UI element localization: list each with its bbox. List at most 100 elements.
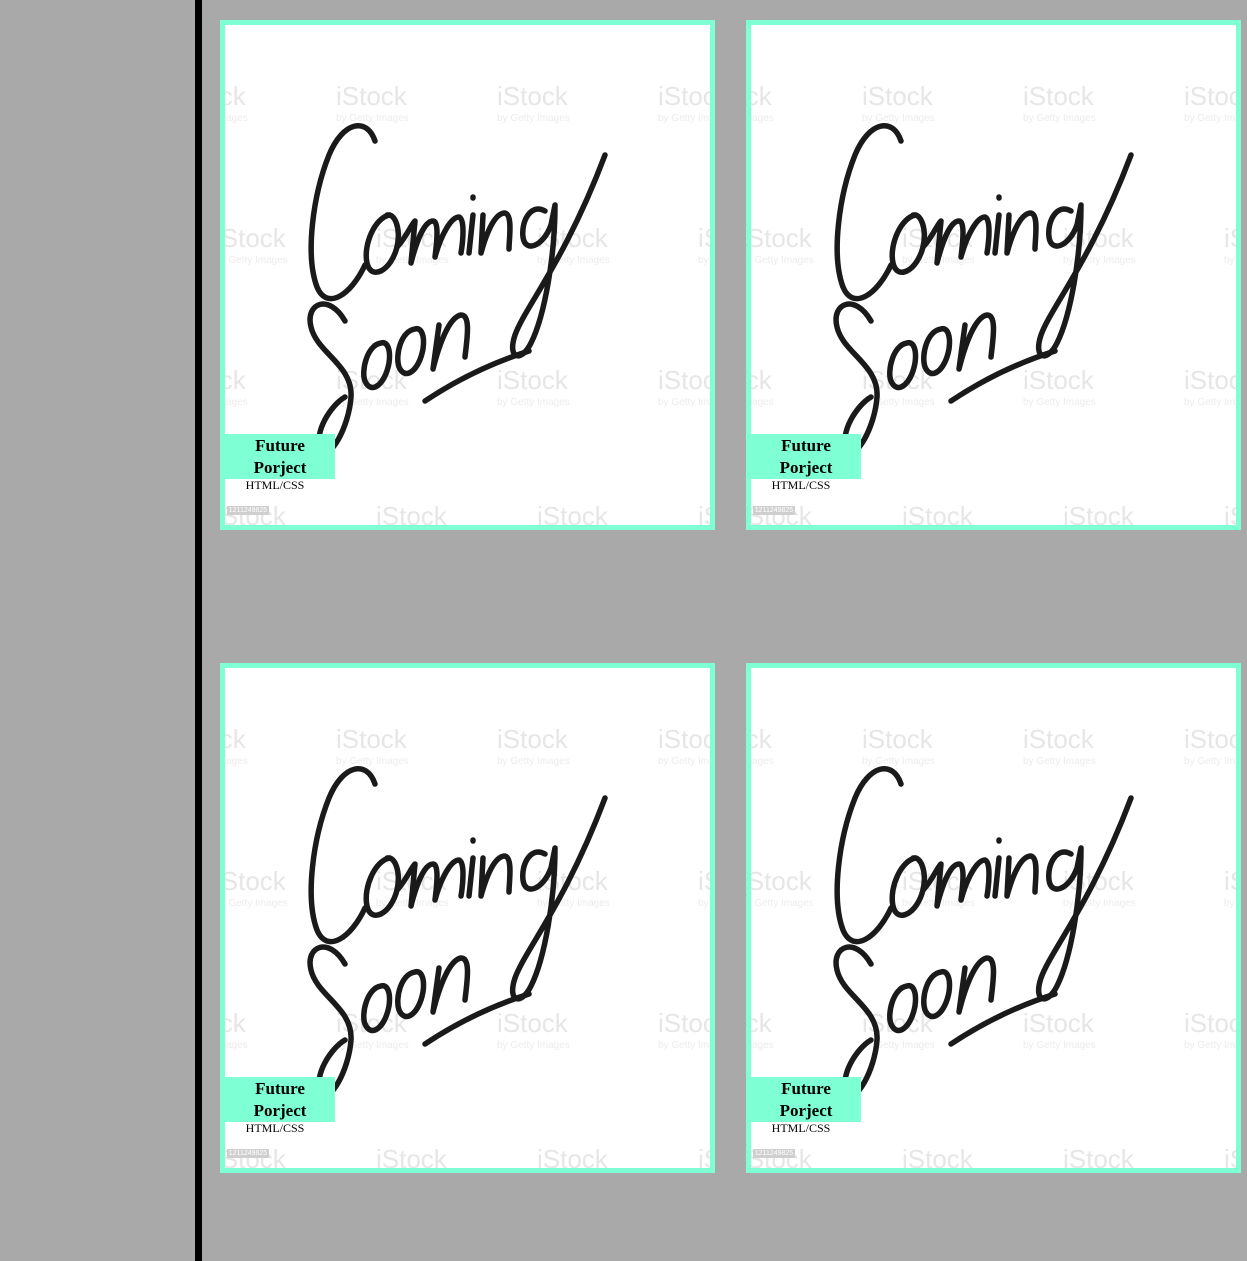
project-title: Future Porject — [779, 436, 833, 477]
watermark-text: iStock — [751, 365, 773, 395]
project-subtitle: HTML/CSS — [771, 1121, 831, 1135]
project-title-box: Future Porject — [225, 1077, 335, 1122]
watermark-subtext: by Getty Images — [1184, 397, 1236, 408]
watermark-subtext: by Getty Images — [225, 113, 248, 124]
watermark-text: iStock — [698, 223, 710, 253]
watermark-text: iStock — [376, 1144, 448, 1168]
watermark-text: iStock — [1224, 1144, 1236, 1168]
watermark-text: iStock — [658, 1008, 710, 1038]
watermark-subtext: by Getty Images — [1023, 756, 1096, 767]
project-title-box: Future Porject — [751, 1077, 861, 1122]
project-subtitle: HTML/CSS — [245, 478, 305, 492]
watermark-text: iStock — [225, 223, 287, 253]
project-card[interactable]: iStock by Getty Images iStock by Getty Imag… — [746, 20, 1241, 530]
watermark-text: iStock — [698, 1144, 710, 1168]
watermark-text: iStock — [1224, 866, 1236, 896]
watermark-text: iStock — [1224, 223, 1236, 253]
left-panel — [0, 0, 195, 1261]
stock-id: 1211249825 — [753, 1149, 795, 1158]
watermark-subtext: by Getty Images — [862, 113, 935, 124]
watermark-text: iStock — [537, 1144, 609, 1168]
project-title-box: Future Porject — [751, 434, 861, 479]
watermark-subtext: by Getty Images — [225, 255, 288, 266]
stock-id: 1211249825 — [227, 506, 269, 515]
watermark-subtext: by Getty Images — [1224, 255, 1236, 266]
watermark-subtext: by Getty Images — [751, 1040, 774, 1051]
watermark-subtext: by Getty Images — [698, 898, 710, 909]
watermark-text: iStock — [336, 81, 408, 111]
watermark-subtext: by Getty Images — [698, 255, 710, 266]
watermark-text: iStock — [1023, 1008, 1095, 1038]
watermark-subtext: by Getty Images — [537, 255, 610, 266]
page: iStock by Getty Images iStock by Getty Imag… — [0, 0, 1247, 1261]
watermark-subtext: by Getty Images — [497, 113, 570, 124]
project-card[interactable]: iStock by Getty Images iStock by Getty Imag… — [746, 663, 1241, 1173]
watermark-text: iStock — [537, 501, 609, 525]
watermark-subtext: by Getty Images — [336, 113, 409, 124]
watermark-subtext: by Getty Images — [1063, 255, 1136, 266]
watermark-text: iStock — [658, 81, 710, 111]
watermark-subtext: by Getty Images — [225, 397, 248, 408]
watermark-text: iStock — [862, 724, 934, 754]
watermark-text: iStock — [751, 223, 813, 253]
project-title-box: Future Porject — [225, 434, 335, 479]
watermark-subtext: by Getty Images — [336, 756, 409, 767]
watermark-text: iStock — [751, 866, 813, 896]
watermark-subtext: by Getty Images — [862, 756, 935, 767]
watermark-subtext: by Getty Images — [497, 1040, 570, 1051]
watermark-text: iStock — [1184, 1008, 1236, 1038]
watermark-subtext: by Getty Images — [1023, 113, 1096, 124]
watermark-subtext: by Getty Images — [658, 756, 710, 767]
watermark-text: iStock — [225, 866, 287, 896]
watermark-text: iStock — [751, 81, 773, 111]
watermark-subtext: by Getty Images — [225, 898, 288, 909]
watermark-text: iStock — [497, 81, 569, 111]
watermark-subtext: by Getty Images — [751, 113, 774, 124]
watermark-text: iStock — [1023, 724, 1095, 754]
watermark-subtext: by Getty Images — [1184, 113, 1236, 124]
project-card[interactable]: iStock by Getty Images iStock by Getty Imag… — [220, 20, 715, 530]
project-title: Future Porject — [253, 1079, 307, 1120]
watermark-text: iStock — [1184, 724, 1236, 754]
watermark-text: iStock — [1184, 81, 1236, 111]
watermark-text: iStock — [225, 81, 247, 111]
watermark-text: iStock — [225, 365, 247, 395]
watermark-subtext: by Getty Images — [1184, 756, 1236, 767]
watermark-text: iStock — [658, 724, 710, 754]
watermark-text: iStock — [902, 501, 974, 525]
watermark-text: iStock — [698, 866, 710, 896]
watermark-subtext: by Getty Images — [1023, 1040, 1096, 1051]
watermark-text: iStock — [1224, 501, 1236, 525]
watermark-subtext: by Getty Images — [1224, 898, 1236, 909]
project-card[interactable]: iStock by Getty Images iStock by Getty Imag… — [220, 663, 715, 1173]
watermark-subtext: by Getty Images — [497, 756, 570, 767]
watermark-subtext: by Getty Images — [1023, 397, 1096, 408]
watermark-text: iStock — [698, 501, 710, 525]
watermark-text: iStock — [751, 724, 773, 754]
watermark-text: iStock — [862, 81, 934, 111]
watermark-text: iStock — [1184, 365, 1236, 395]
watermark-text: iStock — [902, 1144, 974, 1168]
watermark-text: iStock — [1063, 501, 1135, 525]
project-title: Future Porject — [779, 1079, 833, 1120]
watermark-text: iStock — [225, 1008, 247, 1038]
project-subtitle: HTML/CSS — [771, 478, 831, 492]
watermark-text: iStock — [497, 724, 569, 754]
watermark-text: iStock — [336, 724, 408, 754]
stock-id: 1211249825 — [227, 1149, 269, 1158]
watermark-subtext: by Getty Images — [751, 255, 814, 266]
watermark-subtext: by Getty Images — [225, 756, 248, 767]
watermark-text: iStock — [497, 365, 569, 395]
watermark-subtext: by Getty Images — [751, 898, 814, 909]
project-subtitle: HTML/CSS — [245, 1121, 305, 1135]
watermark-subtext: by Getty Images — [658, 397, 710, 408]
project-title: Future Porject — [253, 436, 307, 477]
watermark-subtext: by Getty Images — [751, 397, 774, 408]
watermark-text: iStock — [1023, 81, 1095, 111]
watermark-text: iStock — [1063, 1144, 1135, 1168]
watermark-text: iStock — [1023, 365, 1095, 395]
stock-id: 1211249825 — [753, 506, 795, 515]
watermark-subtext: by Getty Images — [751, 756, 774, 767]
watermark-text: iStock — [658, 365, 710, 395]
watermark-text: iStock — [497, 1008, 569, 1038]
